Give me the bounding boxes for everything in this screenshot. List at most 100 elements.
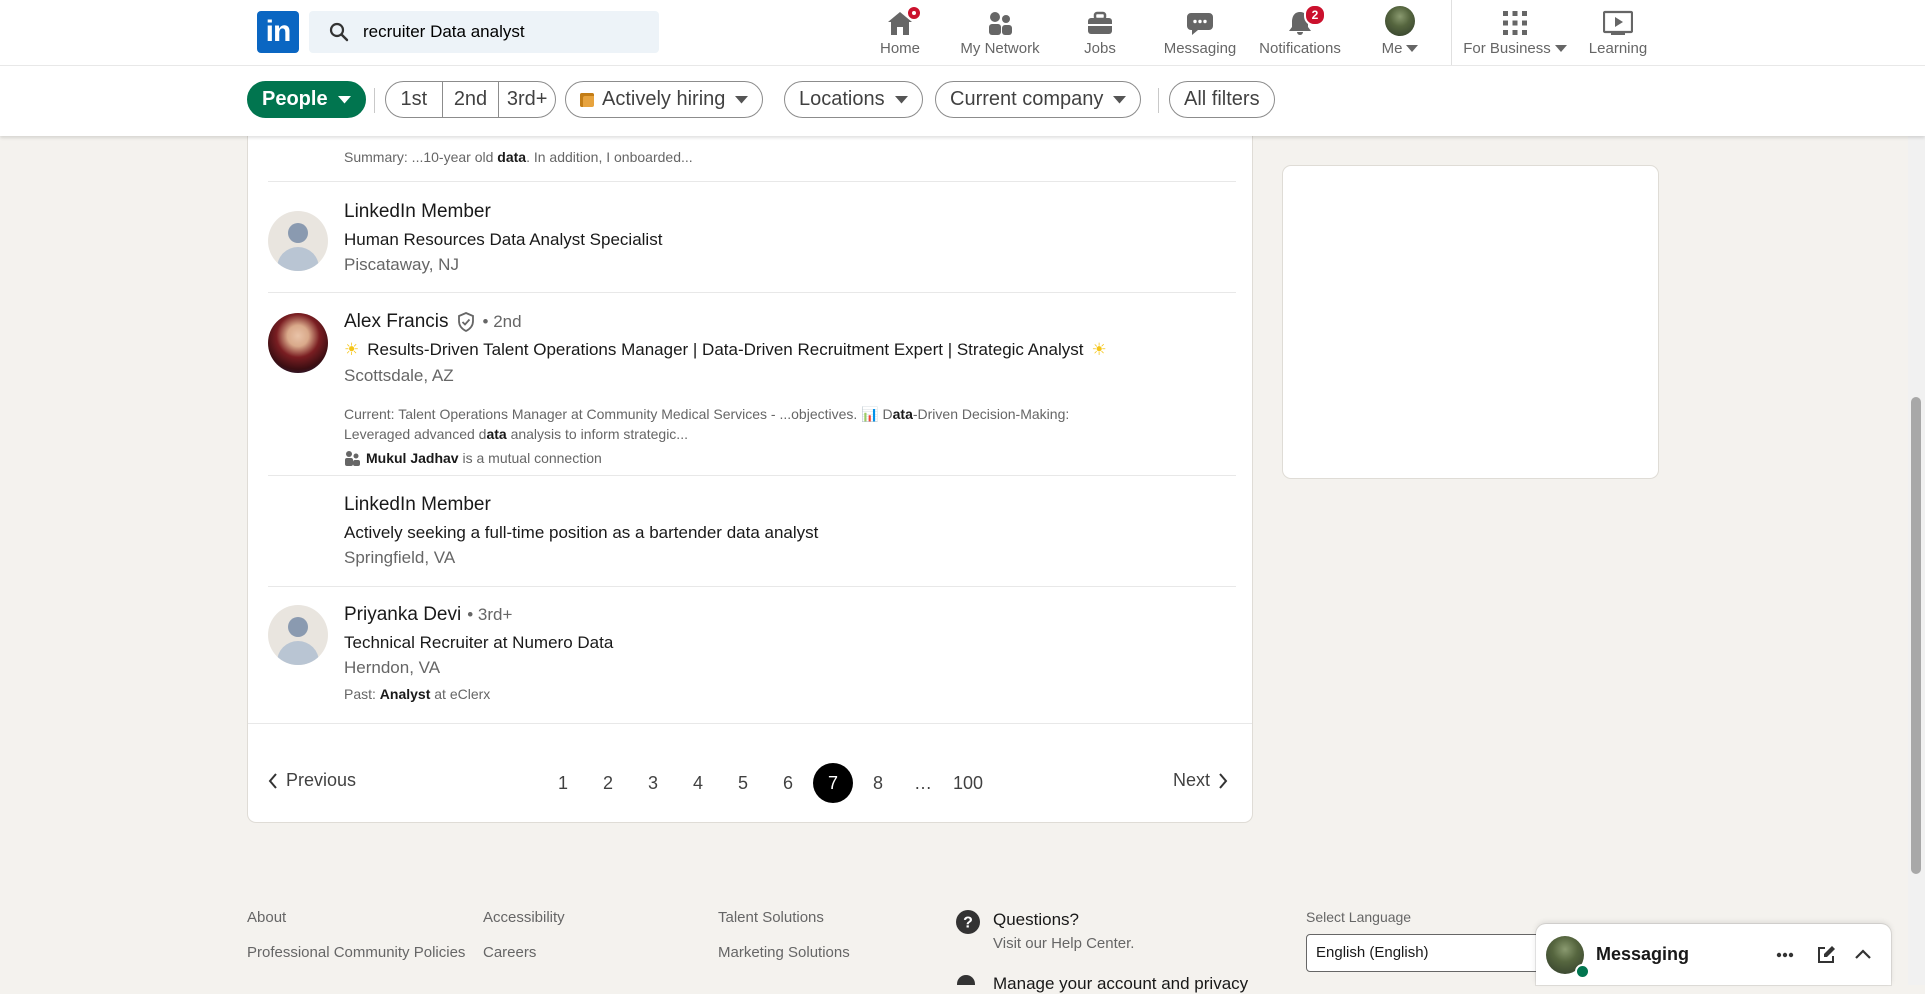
footer-link-talent-solutions[interactable]: Talent Solutions bbox=[718, 909, 824, 926]
people-filter-label: People bbox=[262, 88, 328, 110]
footer-link-marketing-solutions[interactable]: Marketing Solutions bbox=[718, 944, 850, 961]
current-page-button[interactable]: 7 bbox=[813, 763, 853, 803]
caret-down-icon bbox=[1406, 44, 1419, 52]
messaging-dock[interactable]: Messaging bbox=[1536, 924, 1891, 985]
online-status-dot bbox=[1575, 964, 1590, 979]
learning-play-icon bbox=[1603, 10, 1633, 35]
result-summary-snippet: Summary: ...10-year old data. In additio… bbox=[344, 149, 693, 165]
nav-learning[interactable]: Learning bbox=[1585, 6, 1651, 60]
chevron-right-icon bbox=[1219, 772, 1228, 789]
current-company-filter-label: Current company bbox=[950, 88, 1104, 110]
page-button[interactable]: 8 bbox=[858, 763, 898, 803]
page-button[interactable]: 100 bbox=[948, 763, 988, 803]
hiring-icon bbox=[580, 92, 594, 107]
chat-bubble-icon bbox=[1187, 13, 1213, 35]
all-filters-label: All filters bbox=[1184, 88, 1260, 110]
footer-link-about[interactable]: About bbox=[247, 909, 286, 926]
current-company-filter-button[interactable]: Current company bbox=[935, 81, 1142, 118]
search-box[interactable] bbox=[309, 11, 659, 53]
ghost-avatar-icon bbox=[268, 211, 328, 271]
connection-degree: • 2nd bbox=[482, 312, 522, 331]
caret-down-icon bbox=[1113, 95, 1127, 103]
page-button[interactable]: 6 bbox=[768, 763, 808, 803]
linkedin-logo-icon[interactable]: in bbox=[257, 11, 299, 53]
nav-me[interactable]: Me bbox=[1375, 6, 1425, 60]
caret-down-icon bbox=[337, 95, 351, 103]
avatar bbox=[1385, 6, 1415, 36]
svg-text:?: ? bbox=[963, 915, 973, 932]
result-divider bbox=[248, 723, 1252, 724]
footer-link-careers[interactable]: Careers bbox=[483, 944, 536, 961]
caret-down-icon bbox=[1554, 44, 1567, 52]
filter-divider bbox=[1158, 88, 1159, 113]
footer-questions-link[interactable]: Questions? bbox=[993, 910, 1079, 930]
grid-apps-icon bbox=[1503, 11, 1527, 35]
briefcase-icon bbox=[1088, 11, 1112, 34]
people-icon bbox=[989, 12, 1012, 35]
page-button[interactable]: 5 bbox=[723, 763, 763, 803]
result-location: Scottsdale, AZ bbox=[344, 366, 454, 385]
caret-down-icon bbox=[735, 95, 749, 103]
result-location: Springfield, VA bbox=[344, 548, 456, 567]
nav-for-business[interactable]: For Business bbox=[1462, 6, 1568, 60]
result-headline: Human Resources Data Analyst Specialist bbox=[344, 230, 663, 249]
filter-3rd-button[interactable]: 3rd+ bbox=[498, 82, 555, 117]
nav-learning-label: Learning bbox=[1588, 40, 1648, 57]
all-filters-button[interactable]: All filters bbox=[1169, 81, 1275, 118]
nav-messaging[interactable]: Messaging bbox=[1160, 6, 1240, 60]
mutual-connection[interactable]: Mukul Jadhav is a mutual connection bbox=[344, 450, 602, 466]
page-button[interactable]: 1 bbox=[543, 763, 583, 803]
nav-notifications[interactable]: 2 Notifications bbox=[1254, 4, 1346, 60]
sun-emoji-icon: ☀ bbox=[1091, 340, 1107, 359]
language-select[interactable]: English (English) bbox=[1306, 934, 1566, 972]
nav-my-network[interactable]: My Network bbox=[955, 6, 1045, 60]
search-input[interactable] bbox=[361, 21, 645, 43]
scrollbar-thumb[interactable] bbox=[1911, 397, 1921, 874]
footer-link-accessibility[interactable]: Accessibility bbox=[483, 909, 565, 926]
more-options-icon[interactable] bbox=[1776, 952, 1794, 958]
previous-page-button[interactable]: Previous bbox=[268, 770, 356, 791]
select-language-label: Select Language bbox=[1306, 909, 1412, 925]
result-past-snippet: Past: Analyst at eClerx bbox=[344, 686, 491, 702]
locations-filter-label: Locations bbox=[799, 88, 885, 110]
nav-me-label: Me bbox=[1381, 40, 1403, 57]
pagination: Previous 1 2 3 4 5 6 7 8 … 100 Next bbox=[248, 756, 1252, 806]
nav-home-label: Home bbox=[879, 40, 920, 57]
result-item: Priyanka Devi • 3rd+ Technical Recruiter… bbox=[248, 587, 1252, 723]
profile-photo[interactable] bbox=[268, 313, 328, 373]
page-button[interactable]: 2 bbox=[588, 763, 628, 803]
search-results-card: Summary: ...10-year old data. In additio… bbox=[247, 110, 1253, 823]
verified-shield-icon bbox=[457, 312, 474, 332]
result-name[interactable]: LinkedIn Member bbox=[344, 494, 491, 516]
nav-for-business-label: For Business bbox=[1463, 40, 1551, 57]
sun-emoji-icon: ☀ bbox=[344, 340, 360, 359]
page-button[interactable]: 3 bbox=[633, 763, 673, 803]
locations-filter-button[interactable]: Locations bbox=[784, 81, 923, 118]
people-filter-button[interactable]: People bbox=[247, 81, 366, 118]
chevron-left-icon bbox=[268, 772, 277, 789]
next-label: Next bbox=[1173, 770, 1211, 790]
connection-degree-filter: 1st 2nd 3rd+ bbox=[385, 81, 556, 118]
nav-home[interactable]: Home bbox=[875, 5, 925, 60]
filter-1st-button[interactable]: 1st bbox=[386, 82, 442, 117]
nav-jobs[interactable]: Jobs bbox=[1080, 6, 1120, 60]
result-item: Alex Francis • 2nd ☀ Results-Driven Tale… bbox=[248, 293, 1252, 475]
result-name[interactable]: Priyanka Devi bbox=[344, 604, 461, 626]
compose-icon[interactable] bbox=[1816, 945, 1836, 965]
search-icon bbox=[329, 22, 349, 42]
nav-divider bbox=[1451, 0, 1452, 65]
next-page-button[interactable]: Next bbox=[1173, 770, 1228, 791]
nav-jobs-label: Jobs bbox=[1084, 40, 1116, 57]
chevron-up-icon[interactable] bbox=[1854, 948, 1872, 960]
footer-manage-account-link[interactable]: Manage your account and privacy bbox=[993, 974, 1248, 994]
footer-link-policies[interactable]: Professional Community Policies bbox=[247, 944, 465, 961]
page-button[interactable]: 4 bbox=[678, 763, 718, 803]
result-name[interactable]: Alex Francis bbox=[344, 311, 449, 333]
connection-degree: • 3rd+ bbox=[467, 605, 513, 624]
result-headline: Results-Driven Talent Operations Manager… bbox=[367, 340, 1084, 359]
home-activity-badge bbox=[906, 5, 922, 21]
result-name[interactable]: LinkedIn Member bbox=[344, 201, 491, 223]
footer-help-center-text: Visit our Help Center. bbox=[993, 935, 1135, 952]
actively-hiring-filter-button[interactable]: Actively hiring bbox=[565, 81, 764, 118]
filter-2nd-button[interactable]: 2nd bbox=[441, 82, 499, 117]
